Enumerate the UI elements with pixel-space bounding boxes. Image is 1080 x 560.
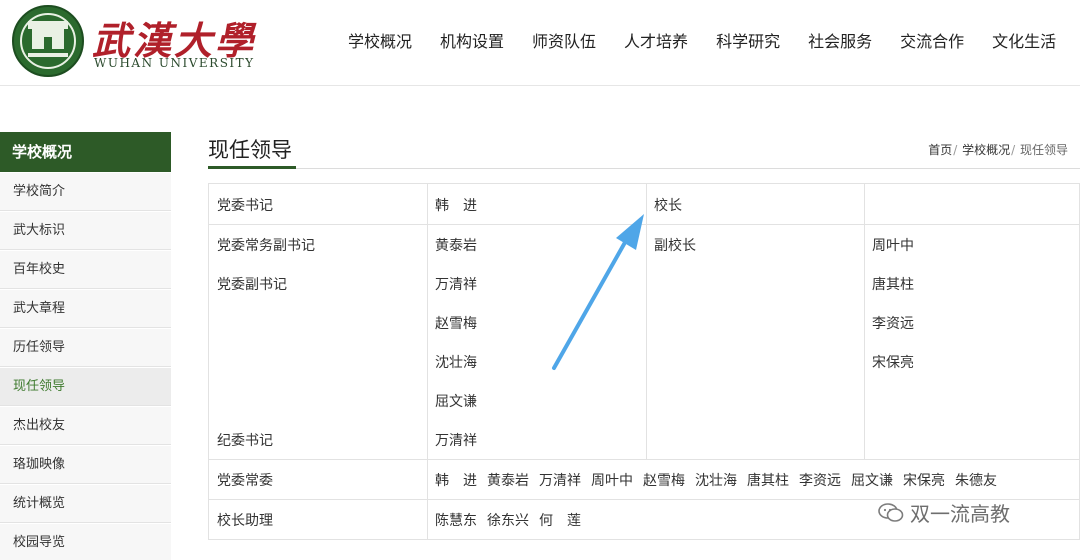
sidebar: 学校概况 学校简介 武大标识 百年校史 武大章程 历任领导 现任领导 杰出校友 … [0,132,171,560]
vice-president-name: 周叶中 [872,238,914,254]
title-divider [208,168,1080,169]
vice-president-name: 李资远 [872,316,914,332]
committee-member: 唐其柱 [747,473,789,489]
deputy-secretary-name: 万清祥 [435,277,477,293]
vice-president-label: 副校长 [654,238,696,254]
sidebar-item-gallery[interactable]: 珞珈映像 [0,446,171,484]
committee-member: 周叶中 [591,473,633,489]
site-header: 武漢大學 WUHAN UNIVERSITY 学校概况 机构设置 师资队伍 人才培… [0,0,1080,86]
committee-member: 黄泰岩 [487,473,529,489]
breadcrumb: 首页/ 学校概况/ 现任领导 [928,141,1068,158]
table-divider [427,184,428,540]
breadcrumb-separator: / [1011,143,1016,157]
logo-english-name[interactable]: WUHAN UNIVERSITY [94,56,255,70]
wechat-icon [878,502,904,522]
nav-item-research[interactable]: 科学研究 [716,28,780,52]
annotation-arrow-icon [552,214,644,370]
committee-member: 屈文谦 [851,473,893,489]
assistant-name: 徐东兴 [487,513,529,529]
standing-committee-list: 韩 进黄泰岩 万清祥 周叶中 赵雪梅 沈壮海 唐其柱 李资远 屈文谦 宋保亮 朱德友 [435,470,1007,490]
assistant-list: 陈慧东 徐东兴何 莲 [435,510,591,530]
deputy-secretary-label: 党委副书记 [217,277,287,293]
watermark-text: 双一流高教 [910,502,1010,526]
title-underline [208,166,296,169]
watermark: 双一流高教 [878,498,1010,527]
vice-president-name: 唐其柱 [872,277,914,293]
deputy-secretary-name: 赵雪梅 [435,316,477,332]
sidebar-item-alumni[interactable]: 杰出校友 [0,407,171,445]
table-divider [864,184,865,459]
university-seal-logo[interactable] [12,5,84,77]
committee-member: 李资远 [799,473,841,489]
nav-item-faculty[interactable]: 师资队伍 [532,28,596,52]
committee-member: 沈壮海 [695,473,737,489]
discipline-secretary-label: 纪委书记 [217,433,273,449]
assistant-name: 何 莲 [539,513,581,529]
nav-item-exchange[interactable]: 交流合作 [900,28,964,52]
committee-member: 韩 进 [435,473,477,489]
sidebar-item-charter[interactable]: 武大章程 [0,290,171,328]
party-secretary-name: 韩 进 [435,198,477,214]
deputy-secretary-name: 沈壮海 [435,355,477,371]
committee-member: 朱德友 [955,473,997,489]
discipline-secretary-name: 万清祥 [435,433,477,449]
nav-item-education[interactable]: 人才培养 [624,28,688,52]
sidebar-item-identity[interactable]: 武大标识 [0,212,171,250]
sidebar-item-statistics[interactable]: 统计概览 [0,485,171,523]
committee-member: 赵雪梅 [643,473,685,489]
assistant-name: 陈慧东 [435,513,477,529]
exec-deputy-secretary-label: 党委常务副书记 [217,238,315,254]
breadcrumb-current: 现任领导 [1019,143,1068,157]
standing-committee-label: 党委常委 [217,473,273,489]
deputy-secretary-name: 黄泰岩 [435,238,477,254]
sidebar-item-intro[interactable]: 学校简介 [0,173,171,211]
deputy-secretary-name: 屈文谦 [435,394,477,410]
breadcrumb-home[interactable]: 首页 [928,143,952,157]
vice-president-name: 宋保亮 [872,355,914,371]
assistant-label: 校长助理 [217,513,273,529]
committee-member: 宋保亮 [903,473,945,489]
sidebar-item-history[interactable]: 百年校史 [0,251,171,289]
party-secretary-label: 党委书记 [217,198,273,214]
seal-building-icon [28,21,68,49]
seal-base [28,53,68,57]
sidebar-item-campus-guide[interactable]: 校园导览 [0,524,171,560]
breadcrumb-overview[interactable]: 学校概况 [962,143,1010,157]
page-title: 现任领导 [208,138,292,162]
nav-item-organization[interactable]: 机构设置 [440,28,504,52]
nav-item-overview[interactable]: 学校概况 [348,28,412,52]
sidebar-item-former-leaders[interactable]: 历任领导 [0,329,171,367]
committee-member: 万清祥 [539,473,581,489]
sidebar-item-current-leaders[interactable]: 现任领导 [0,368,171,406]
nav-item-social-service[interactable]: 社会服务 [808,28,872,52]
main-nav: 学校概况 机构设置 师资队伍 人才培养 科学研究 社会服务 交流合作 文化生活 [334,28,1070,52]
table-divider [209,459,1080,460]
president-label: 校长 [654,198,682,214]
sidebar-heading: 学校概况 [0,132,171,172]
nav-item-culture[interactable]: 文化生活 [992,28,1056,52]
breadcrumb-separator: / [953,143,958,157]
